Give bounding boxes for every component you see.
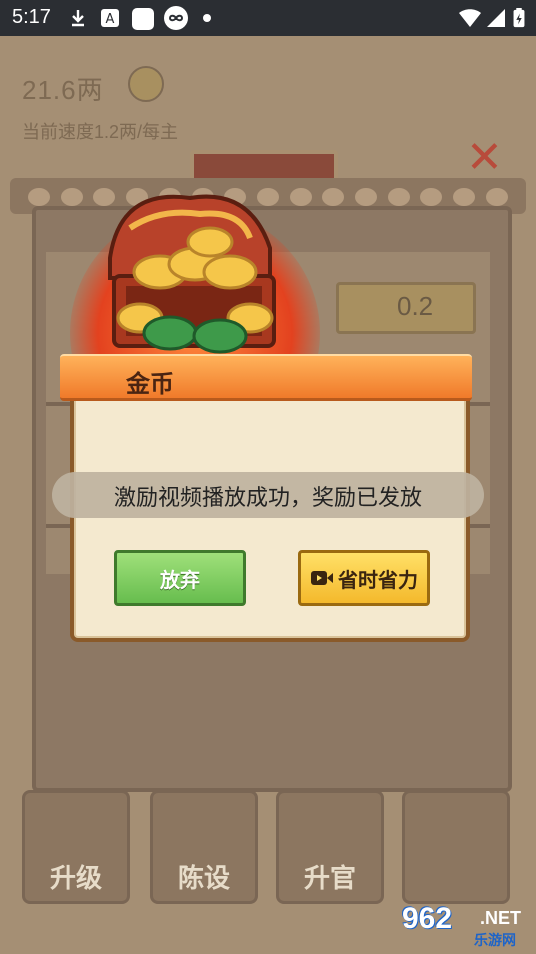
- save-time-button[interactable]: 省时省力: [298, 550, 430, 606]
- download-icon: [72, 10, 84, 27]
- dialog-banner: 金币: [60, 354, 472, 401]
- speed-text: 当前速度1.2两/每主: [22, 122, 179, 142]
- square-app-icon: [132, 8, 154, 30]
- signal-icon: [487, 9, 505, 27]
- battery-icon: [513, 8, 525, 28]
- tab-promote[interactable]: 升官: [276, 790, 384, 904]
- watermark-suffix: .NET: [480, 908, 522, 928]
- value-box: 0.2: [336, 282, 476, 334]
- wifi-icon: [459, 9, 481, 27]
- toast-message: 激励视频播放成功，奖励已发放: [52, 472, 484, 518]
- toast-text: 激励视频播放成功，奖励已发放: [113, 486, 422, 511]
- app-a-icon: A: [101, 9, 119, 27]
- tab-extra[interactable]: [402, 790, 510, 904]
- watermark-number: 962: [402, 902, 453, 935]
- dialog-title: 金币: [126, 370, 174, 398]
- watermark-subtitle: 乐游网: [474, 933, 516, 949]
- tab-furnish-label: 陈设: [177, 864, 230, 894]
- coin-icon: [128, 66, 164, 102]
- tab-promote-label: 升官: [303, 864, 356, 894]
- infinity-icon: [164, 6, 188, 30]
- video-icon: [311, 571, 333, 585]
- tab-upgrade-label: 升级: [49, 864, 102, 894]
- abandon-button-label: 放弃: [160, 567, 200, 592]
- abandon-button[interactable]: 放弃: [114, 550, 246, 606]
- tab-upgrade[interactable]: 升级: [22, 790, 130, 904]
- watermark-logo: 962 .NET 乐游网: [396, 900, 530, 950]
- treasure-chest-icon: [108, 194, 276, 354]
- save-time-button-label: 省时省力: [338, 567, 418, 592]
- status-bar: 5:17 A: [0, 0, 536, 36]
- dot-icon: [203, 14, 211, 22]
- tab-furnish[interactable]: 陈设: [150, 790, 258, 904]
- svg-text:A: A: [106, 12, 115, 27]
- bottom-tabs: 升级 陈设 升官: [22, 790, 512, 910]
- value-box-text: 0.2: [397, 291, 434, 321]
- status-time: 5:17: [12, 6, 51, 28]
- currency-amount: 21.6两: [22, 75, 104, 105]
- close-icon[interactable]: ✕: [466, 132, 503, 183]
